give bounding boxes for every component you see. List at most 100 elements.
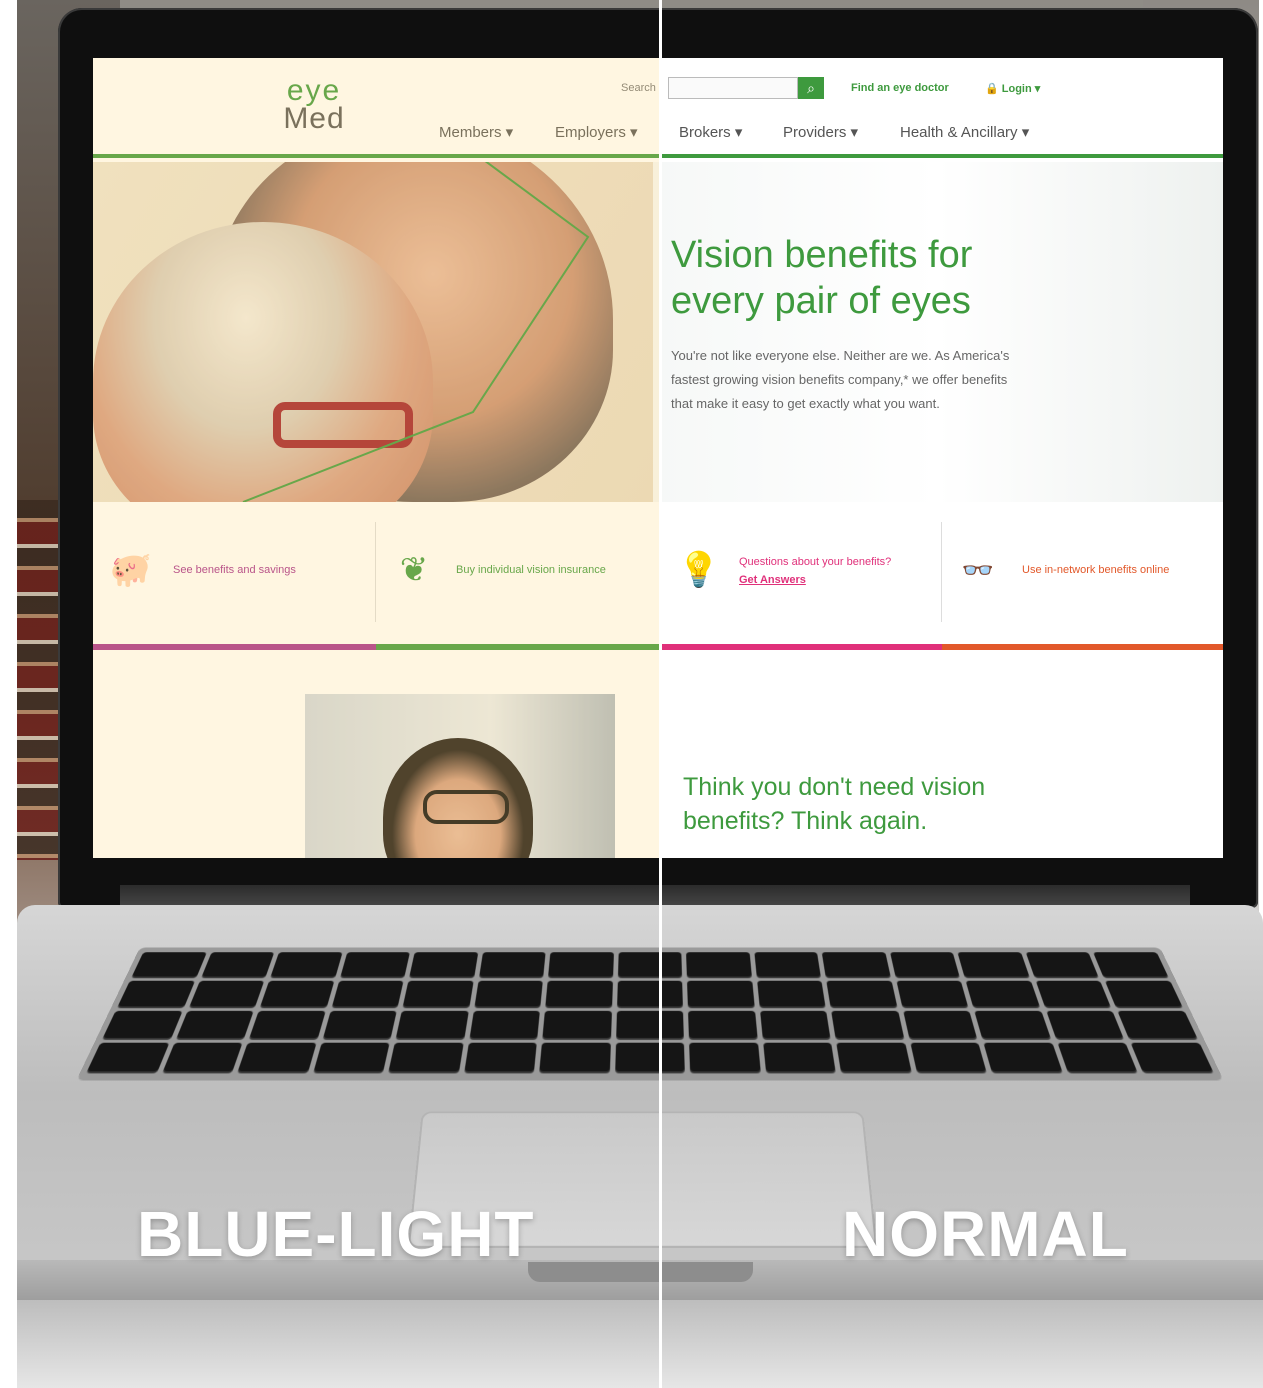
keyboard-key	[1093, 952, 1169, 977]
keyboard-key	[1057, 1042, 1138, 1072]
lightbulb-icon: 💡	[677, 551, 721, 589]
keyboard-key	[131, 952, 207, 977]
keyboard-key	[826, 980, 898, 1007]
laptop-screen: eye Med Search ⌕ Find an eye doctor 🔒 Lo…	[93, 58, 1223, 858]
keyboard-key	[1117, 1010, 1198, 1039]
keyboard-key	[983, 1042, 1063, 1072]
caption-blue-light: BLUE-LIGHT	[137, 1198, 535, 1270]
keyboard-key	[1025, 952, 1099, 977]
feature-in-network[interactable]: 👓 Use in-network benefits online	[942, 502, 1223, 650]
keyboard-key	[1131, 1042, 1214, 1072]
keyboard-key	[688, 1010, 758, 1039]
feature-label: Use in-network benefits online	[1022, 564, 1170, 576]
hero-photo	[93, 162, 653, 502]
table-surface	[17, 1300, 1263, 1388]
keyboard-key	[1046, 1010, 1124, 1039]
comparison-divider	[659, 0, 662, 1388]
keyboard-key	[614, 1042, 686, 1072]
keyboard-key	[957, 952, 1030, 977]
keyboard-key	[965, 980, 1040, 1007]
keyboard	[76, 947, 1224, 1081]
keyboard-key	[617, 952, 683, 977]
keyboard-key	[686, 952, 752, 977]
search-icon: ⌕	[807, 80, 815, 96]
lower-title-line2: benefits? Think again.	[683, 807, 928, 835]
keyboard-key	[756, 980, 826, 1007]
comparison-photo: eye Med Search ⌕ Find an eye doctor 🔒 Lo…	[0, 0, 1263, 1388]
keyboard-key	[474, 980, 544, 1007]
keyboard-key	[331, 980, 404, 1007]
search-input[interactable]	[668, 77, 798, 99]
keyboard-key	[322, 1010, 397, 1039]
feature-label: Buy individual vision insurance	[456, 564, 606, 576]
nav-providers[interactable]: Providers ▾	[783, 123, 858, 141]
keyboard-key	[86, 1042, 169, 1072]
keyboard-key	[340, 952, 411, 977]
keyboard-key	[974, 1010, 1051, 1039]
keyboard-key	[687, 980, 755, 1007]
piggy-bank-icon: 🐖	[109, 551, 153, 589]
keyboard-key	[831, 1010, 905, 1039]
keyboard-key	[201, 952, 275, 977]
keyboard-key	[478, 952, 546, 977]
keyboard-key	[545, 980, 613, 1007]
lower-section: Think you don't need vision benefits? Th…	[93, 650, 1223, 858]
keyboard-key	[188, 980, 265, 1007]
keyboard-key	[313, 1042, 390, 1072]
hero-title-line1: Vision benefits for	[671, 234, 973, 276]
keyboard-key	[910, 1042, 987, 1072]
search-label: Search	[621, 82, 656, 94]
keyboard-key	[754, 952, 822, 977]
caption-normal: NORMAL	[842, 1198, 1129, 1270]
black-glasses	[423, 790, 509, 824]
keyboard-key	[237, 1042, 317, 1072]
nav-health-ancillary[interactable]: Health & Ancillary ▾	[900, 123, 1029, 141]
keyboard-key	[548, 952, 614, 977]
keyboard-key	[1105, 980, 1183, 1007]
site-header: eye Med Search ⌕ Find an eye doctor 🔒 Lo…	[93, 58, 1223, 158]
keyboard-key	[542, 1010, 612, 1039]
keyboard-key	[615, 1010, 685, 1039]
lower-title: Think you don't need vision benefits? Th…	[683, 770, 1043, 838]
keyboard-key	[903, 1010, 978, 1039]
keyboard-key	[162, 1042, 243, 1072]
keyboard-key	[409, 952, 478, 977]
feature-row: 🐖 See benefits and savings ❦ Buy individ…	[93, 502, 1223, 650]
hero-right-panel	[653, 162, 1223, 502]
nav-members[interactable]: Members ▾	[439, 123, 513, 141]
hero-banner: Vision benefits for every pair of eyes Y…	[93, 162, 1223, 502]
keyboard-key	[822, 952, 891, 977]
keyboard-key	[469, 1010, 541, 1039]
keyboard-key	[759, 1010, 831, 1039]
feature-individual-insurance[interactable]: ❦ Buy individual vision insurance	[376, 502, 659, 650]
keyboard-key	[395, 1010, 469, 1039]
hexagon-outline	[242, 162, 590, 502]
keyboard-key	[616, 980, 684, 1007]
lower-title-line1: Think you don't need vision	[683, 773, 986, 801]
keyboard-key	[402, 980, 474, 1007]
family-icon: ❦	[399, 551, 429, 589]
find-eye-doctor-link[interactable]: Find an eye doctor	[851, 82, 949, 94]
hero-text: You're not like everyone else. Neither a…	[671, 348, 1010, 411]
keyboard-key	[176, 1010, 254, 1039]
hero-title: Vision benefits for every pair of eyes	[671, 232, 1071, 324]
eyemed-logo[interactable]: eye Med	[271, 76, 357, 138]
hero-title-line2: every pair of eyes	[671, 280, 971, 322]
nav-brokers[interactable]: Brokers ▾	[679, 123, 742, 141]
feature-questions[interactable]: 💡 Questions about your benefits? Get Ans…	[659, 502, 942, 650]
feature-label: See benefits and savings	[173, 564, 296, 576]
login-link[interactable]: 🔒 Login ▾	[985, 82, 1040, 95]
keyboard-key	[270, 952, 343, 977]
feature-benefits-savings[interactable]: 🐖 See benefits and savings	[93, 502, 376, 650]
login-label: Login ▾	[1001, 83, 1041, 95]
logo-text-bottom: Med	[283, 102, 345, 135]
keyboard-key	[762, 1042, 836, 1072]
nav-employers[interactable]: Employers ▾	[555, 123, 638, 141]
keyboard-key	[689, 1042, 761, 1072]
keyboard-key	[388, 1042, 464, 1072]
search-button[interactable]: ⌕	[798, 77, 824, 99]
get-answers-link[interactable]: Get Answers	[739, 574, 806, 586]
keyboard-key	[1035, 980, 1112, 1007]
glasses-icon: 👓	[961, 555, 995, 585]
lock-icon: 🔒	[985, 83, 999, 95]
